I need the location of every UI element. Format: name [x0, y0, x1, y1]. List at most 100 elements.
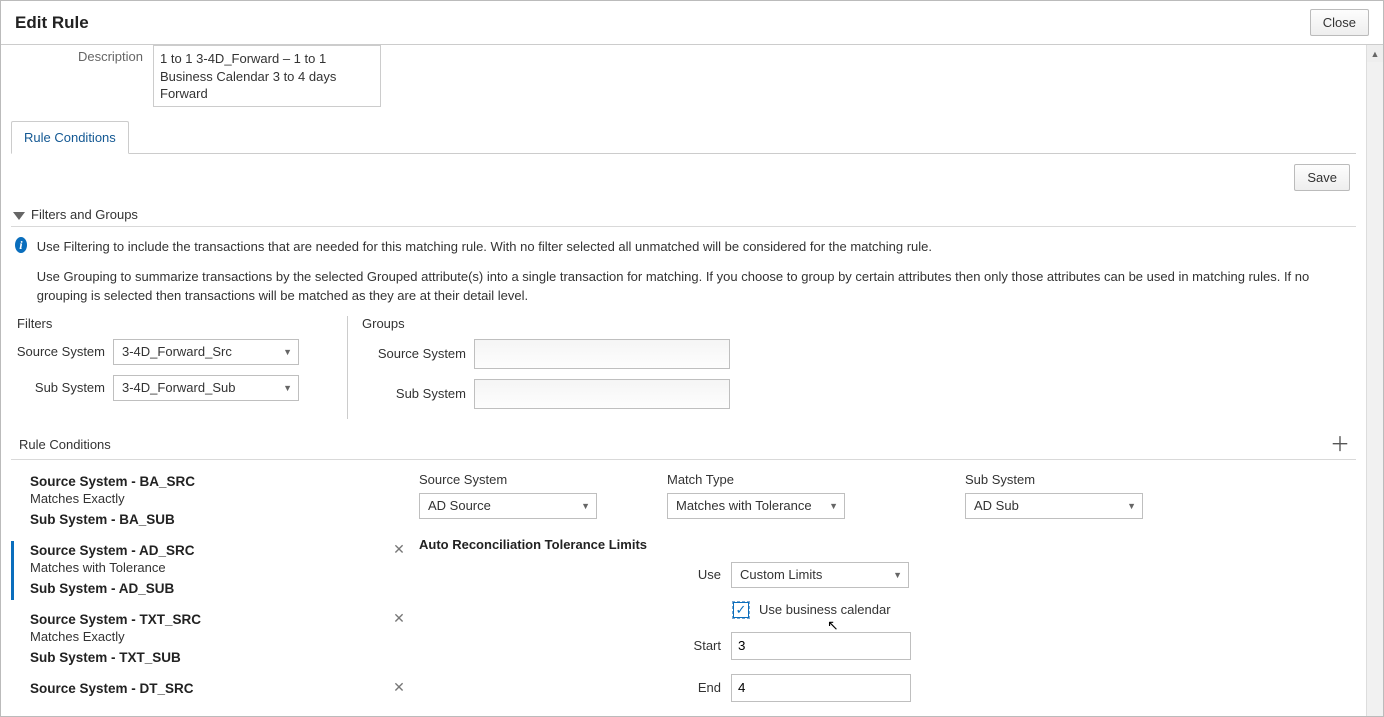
save-button[interactable]: Save: [1294, 164, 1350, 191]
condition-sub: Sub System - TXT_SUB: [30, 650, 379, 665]
rule-conditions-title: Rule Conditions: [19, 437, 111, 452]
start-label: Start: [685, 638, 721, 653]
condition-title: Source System - DT_SRC: [30, 681, 379, 696]
detail-match-label: Match Type: [667, 472, 845, 487]
business-calendar-label: Use business calendar: [759, 602, 891, 617]
end-row: End: [419, 674, 1346, 702]
condition-list: Source System - BA_SRC Matches Exactly S…: [11, 460, 409, 717]
detail-sub-label: Sub System: [965, 472, 1143, 487]
group-source-row: Source System: [360, 339, 730, 369]
condition-item-wrap: Source System - AD_SRC Matches with Tole…: [11, 541, 409, 600]
detail-sub-value: AD Sub: [974, 498, 1019, 513]
info-icon: i: [15, 237, 27, 253]
tolerance-title: Auto Reconciliation Tolerance Limits: [419, 537, 1346, 552]
detail-match-select[interactable]: Matches with Tolerance ▼: [667, 493, 845, 519]
close-button[interactable]: Close: [1310, 9, 1369, 36]
condition-item[interactable]: Source System - AD_SRC Matches with Tole…: [11, 541, 389, 600]
detail-row: Source System AD Source ▼ Match Type Mat…: [419, 472, 1346, 519]
start-row: Start: [419, 632, 1346, 660]
calendar-row: ✓ Use business calendar: [419, 602, 1346, 618]
chevron-down-icon: ▼: [283, 383, 292, 393]
info-line1: Use Filtering to include the transaction…: [37, 237, 1332, 257]
group-sub-input[interactable]: [474, 379, 730, 409]
use-select[interactable]: Custom Limits ▼: [731, 562, 909, 588]
end-input[interactable]: [731, 674, 911, 702]
description-label: Description: [11, 45, 143, 64]
filters-groups-header[interactable]: Filters and Groups: [11, 201, 1356, 227]
group-sub-label: Sub System: [360, 386, 466, 401]
use-value: Custom Limits: [740, 567, 822, 582]
filters-groups-body: Filters Source System 3-4D_Forward_Src ▼…: [11, 306, 1356, 429]
filter-source-select[interactable]: 3-4D_Forward_Src ▼: [113, 339, 299, 365]
chevron-down-icon: ▼: [829, 501, 838, 511]
vertical-scrollbar[interactable]: ▲: [1366, 45, 1383, 716]
info-message: i Use Filtering to include the transacti…: [11, 227, 1356, 306]
edit-rule-dialog: Edit Rule Close ▲ Description 1 to 1 3-4…: [0, 0, 1384, 717]
filters-title: Filters: [15, 316, 335, 331]
condition-item[interactable]: Source System - TXT_SRC Matches Exactly …: [11, 610, 389, 669]
condition-detail: Source System AD Source ▼ Match Type Mat…: [409, 460, 1356, 717]
info-text: Use Filtering to include the transaction…: [37, 237, 1352, 306]
group-source-input[interactable]: [474, 339, 730, 369]
condition-title: Source System - TXT_SRC: [30, 612, 379, 627]
detail-source-label: Source System: [419, 472, 597, 487]
condition-match: Matches Exactly: [30, 629, 379, 644]
rule-conditions-header: Rule Conditions ＋: [11, 429, 1356, 460]
description-area: Description 1 to 1 3-4D_Forward – 1 to 1…: [11, 45, 1356, 117]
condition-sub: Sub System - AD_SUB: [30, 581, 379, 596]
chevron-down-icon: ▼: [581, 501, 590, 511]
business-calendar-checkbox[interactable]: ✓: [733, 602, 749, 618]
condition-title: Source System - BA_SRC: [30, 474, 399, 489]
detail-sub-field: Sub System AD Sub ▼: [965, 472, 1143, 519]
condition-match: Matches with Tolerance: [30, 560, 379, 575]
delete-condition-icon[interactable]: ✕: [389, 679, 409, 696]
description-text: 1 to 1 3-4D_Forward – 1 to 1 Business Ca…: [160, 51, 336, 101]
delete-condition-icon[interactable]: ✕: [389, 541, 409, 558]
info-line2: Use Grouping to summarize transactions b…: [37, 267, 1332, 306]
condition-item[interactable]: Source System - DT_SRC: [11, 679, 389, 700]
detail-source-value: AD Source: [428, 498, 491, 513]
filter-sub-select[interactable]: 3-4D_Forward_Sub ▼: [113, 375, 299, 401]
condition-item-wrap: Source System - TXT_SRC Matches Exactly …: [11, 610, 409, 669]
dialog-header: Edit Rule Close: [1, 1, 1383, 45]
end-label: End: [685, 680, 721, 695]
condition-title: Source System - AD_SRC: [30, 543, 379, 558]
detail-source-field: Source System AD Source ▼: [419, 472, 597, 519]
chevron-down-icon: ▼: [893, 570, 902, 580]
add-condition-button[interactable]: ＋: [1330, 435, 1350, 455]
filters-groups-title: Filters and Groups: [31, 207, 138, 222]
use-row: Use Custom Limits ▼: [419, 562, 1346, 588]
filter-sub-row: Sub System 3-4D_Forward_Sub ▼: [15, 375, 335, 401]
condition-match: Matches Exactly: [30, 491, 399, 506]
detail-match-value: Matches with Tolerance: [676, 498, 812, 513]
dialog-title: Edit Rule: [15, 13, 89, 33]
filter-source-row: Source System 3-4D_Forward_Src ▼: [15, 339, 335, 365]
use-label: Use: [685, 567, 721, 582]
rule-conditions-body: Source System - BA_SRC Matches Exactly S…: [11, 460, 1356, 717]
save-row: Save: [11, 154, 1356, 201]
filter-sub-label: Sub System: [15, 380, 105, 396]
filter-source-value: 3-4D_Forward_Src: [122, 344, 232, 359]
filter-sub-value: 3-4D_Forward_Sub: [122, 380, 235, 395]
description-input[interactable]: 1 to 1 3-4D_Forward – 1 to 1 Business Ca…: [153, 45, 381, 107]
group-source-label: Source System: [360, 346, 466, 361]
tab-bar: Rule Conditions: [11, 121, 1356, 154]
group-sub-row: Sub System: [360, 379, 730, 409]
chevron-down-icon: ▼: [283, 347, 292, 357]
condition-item-wrap: Source System - DT_SRC ✕: [11, 679, 409, 700]
filter-source-label: Source System: [15, 344, 105, 360]
collapse-icon: [13, 212, 25, 220]
dialog-body: Description 1 to 1 3-4D_Forward – 1 to 1…: [1, 45, 1366, 716]
groups-title: Groups: [360, 316, 730, 331]
start-input[interactable]: [731, 632, 911, 660]
detail-match-field: Match Type Matches with Tolerance ▼: [667, 472, 845, 519]
condition-sub: Sub System - BA_SUB: [30, 512, 399, 527]
filters-column: Filters Source System 3-4D_Forward_Src ▼…: [15, 316, 335, 419]
condition-item[interactable]: Source System - BA_SRC Matches Exactly S…: [11, 472, 409, 531]
groups-column: Groups Source System Sub System: [360, 316, 730, 419]
delete-condition-icon[interactable]: ✕: [389, 610, 409, 627]
tab-rule-conditions[interactable]: Rule Conditions: [11, 121, 129, 154]
detail-source-select[interactable]: AD Source ▼: [419, 493, 597, 519]
scroll-up-arrow-icon[interactable]: ▲: [1367, 45, 1383, 62]
detail-sub-select[interactable]: AD Sub ▼: [965, 493, 1143, 519]
